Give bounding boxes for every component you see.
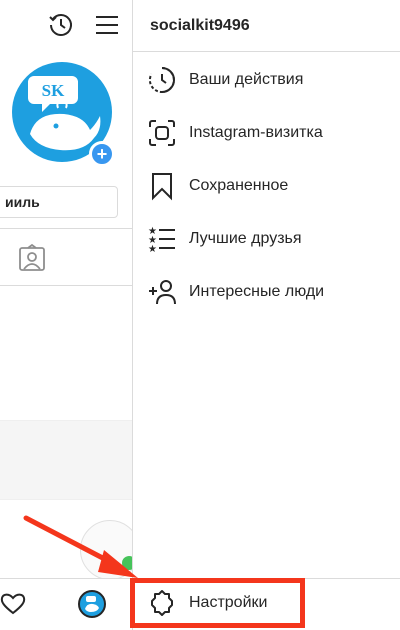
menu-item-label: Instagram-визитка xyxy=(189,123,323,141)
profile-tabs xyxy=(0,228,132,286)
avatar-initials: SK xyxy=(42,81,65,100)
profile-top-actions xyxy=(44,8,132,42)
menu-item-label: Ваши действия xyxy=(189,70,304,88)
menu-item-saved[interactable]: Сохраненное xyxy=(133,159,400,212)
nametag-scan-icon xyxy=(147,118,177,148)
menu-item-label: Лучшие друзья xyxy=(189,229,302,247)
empty-content-area xyxy=(0,420,132,500)
side-menu-drawer: socialkit9496 Ваши действия Instagram-ви… xyxy=(130,0,400,630)
menu-item-your-activity[interactable]: Ваши действия xyxy=(133,53,400,106)
archive-history-icon[interactable] xyxy=(44,8,78,42)
activity-clock-icon xyxy=(147,65,177,95)
close-friends-list-icon: ★ ★ ★ xyxy=(147,224,177,255)
menu-hamburger-icon[interactable] xyxy=(90,8,124,42)
menu-item-nametag[interactable]: Instagram-визитка xyxy=(133,106,400,159)
edit-profile-button[interactable]: ииль xyxy=(0,186,118,218)
drawer-username: socialkit9496 xyxy=(133,0,400,52)
profile-tab-avatar[interactable] xyxy=(78,590,106,618)
menu-item-discover-people[interactable]: Интересные люди xyxy=(133,265,400,318)
svg-text:★: ★ xyxy=(148,244,157,254)
menu-item-label: Интересные люди xyxy=(189,282,325,300)
add-story-plus-icon[interactable]: + xyxy=(89,141,115,167)
discover-people-icon xyxy=(147,277,177,307)
menu-item-label: Сохраненное xyxy=(189,176,289,194)
heart-icon[interactable] xyxy=(0,591,26,617)
pointer-arrow xyxy=(23,515,138,578)
bookmark-icon xyxy=(147,171,177,201)
tagged-photos-icon[interactable] xyxy=(17,243,47,273)
menu-item-close-friends[interactable]: ★ ★ ★ Лучшие друзья xyxy=(133,212,400,265)
